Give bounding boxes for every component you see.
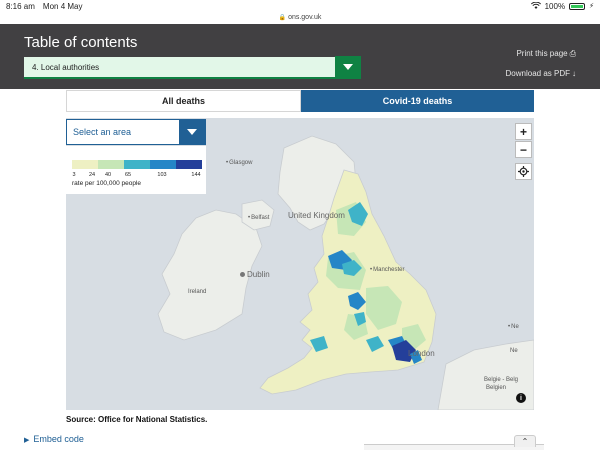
back-to-top-button[interactable]: ⌃ [514, 435, 536, 447]
chevron-up-icon: ⌃ [521, 437, 529, 446]
map-label-belgium: Belgie - Belg [484, 377, 519, 383]
download-icon: ↓ [572, 69, 576, 78]
area-select-placeholder: Select an area [73, 127, 132, 137]
area-select[interactable]: Select an area [66, 119, 206, 145]
legend-swatch-3 [124, 160, 150, 169]
print-page-link[interactable]: Print this page ⎙ [504, 44, 576, 64]
legend-break-1: 3 [72, 172, 76, 178]
map-label-dublin: Dublin [240, 270, 270, 279]
legend-color-bar [72, 160, 202, 169]
tab-covid-19-deaths[interactable]: Covid-19 deaths [301, 90, 534, 112]
map-label-ne-2: Ne [510, 348, 518, 354]
deaths-tabs: All deaths Covid-19 deaths [66, 90, 534, 112]
area-dropdown-button[interactable] [179, 119, 205, 145]
print-label: Print this page [516, 49, 568, 58]
legend-break-6: 144 [191, 172, 201, 178]
embed-code-label: Embed code [33, 434, 84, 444]
legend-break-3: 40 [104, 172, 112, 178]
wifi-icon [530, 1, 541, 11]
triangle-right-icon: ▶ [24, 437, 30, 444]
download-pdf-link[interactable]: Download as PDF ↓ [504, 64, 576, 84]
map-label-belfast: Belfast [248, 215, 269, 221]
map-label-ireland: Ireland [188, 289, 207, 295]
status-date: Mon 4 May [42, 1, 83, 11]
embed-code-toggle[interactable]: ▶ Embed code [24, 434, 84, 444]
map-label-ne: Ne [508, 324, 519, 330]
toc-dropdown-button[interactable] [335, 56, 361, 78]
zoom-in-button[interactable]: + [515, 123, 532, 140]
battery-icon [569, 2, 586, 10]
chevron-down-icon [343, 64, 353, 70]
crosshair-icon [518, 166, 529, 177]
legend-swatch-1 [72, 160, 98, 169]
map-label-glasgow: Glasgow [226, 160, 252, 166]
toc-links: Print this page ⎙ Download as PDF ↓ [504, 44, 576, 84]
ios-status-bar: 8:16 am Mon 4 May 100% ⚡ [0, 0, 600, 12]
legend-swatch-4 [150, 160, 176, 169]
table-of-contents-header: Table of contents 4. Local authorities P… [0, 24, 600, 89]
legend-break-5: 103 [157, 172, 167, 178]
browser-url-bar[interactable]: 🔒 ons.gov.uk [0, 12, 600, 24]
map-info-button[interactable]: i [516, 393, 526, 403]
geolocate-button[interactable] [515, 163, 532, 180]
zoom-out-button[interactable]: − [515, 141, 532, 158]
battery-percent: 100% [544, 1, 566, 11]
zoom-controls: + − [515, 123, 532, 158]
charging-icon: ⚡ [589, 3, 594, 10]
toc-selected-value: 4. Local authorities [32, 62, 100, 72]
legend-swatch-5 [176, 160, 202, 169]
dublin-text: Dublin [247, 270, 270, 279]
toc-title: Table of contents [24, 34, 138, 51]
source-note: Source: Office for National Statistics. [66, 415, 208, 424]
map-label-manchester: Manchester [370, 267, 404, 273]
pdf-label: Download as PDF [505, 69, 570, 78]
toc-section-select[interactable]: 4. Local authorities [24, 56, 361, 79]
map-label-united-kingdom: United Kingdom [288, 211, 345, 220]
legend-break-4: 65 [124, 172, 132, 178]
back-to-top-bar: ⌃ [364, 435, 544, 450]
map-label-london: London [408, 349, 435, 358]
city-dot-icon [240, 272, 245, 277]
chevron-down-icon [187, 129, 197, 135]
status-time: 8:16 am [6, 1, 35, 11]
legend-caption: rate per 100,000 people [72, 180, 142, 187]
url-text: ons.gov.uk [288, 14, 322, 21]
legend-swatch-2 [98, 160, 124, 169]
map-label-belgien: Belgien [486, 385, 507, 391]
map-legend: 3 24 40 65 103 144 rate per 100,000 peop… [66, 146, 206, 194]
legend-break-2: 24 [88, 172, 96, 178]
print-icon: ⎙ [569, 49, 576, 58]
tab-all-deaths[interactable]: All deaths [66, 90, 301, 112]
lock-icon: 🔒 [278, 15, 287, 21]
